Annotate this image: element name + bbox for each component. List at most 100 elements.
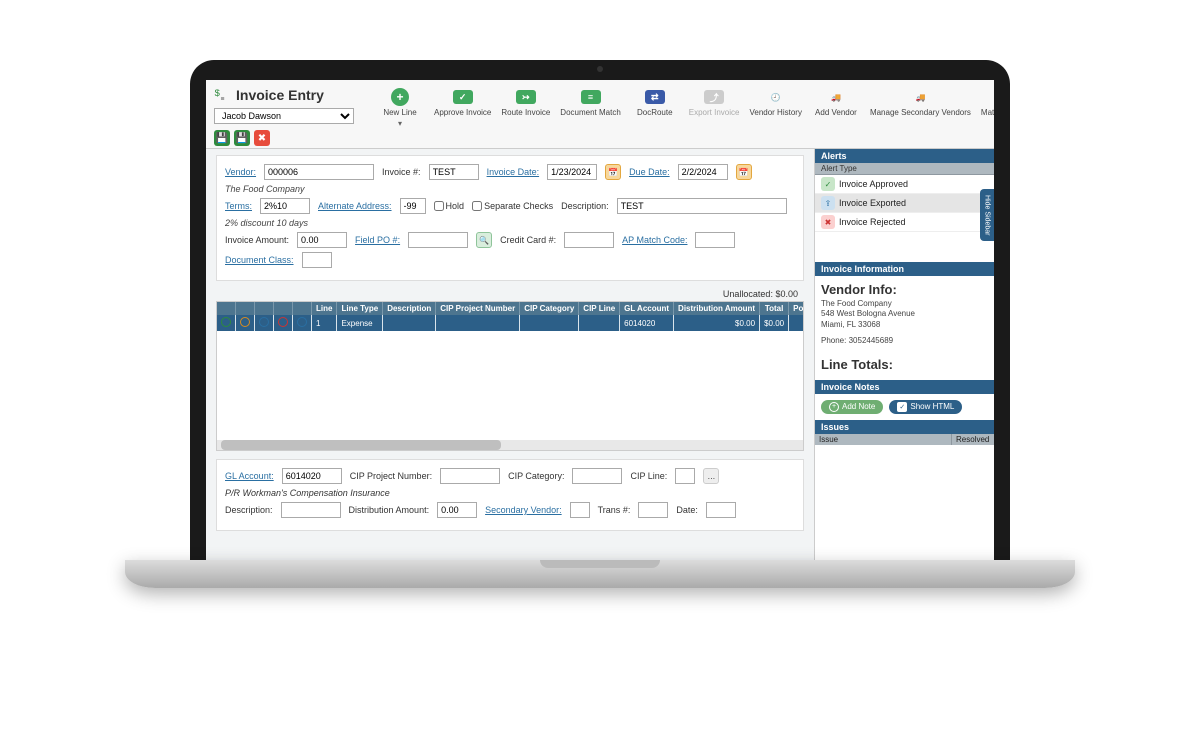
grid-column-header[interactable] xyxy=(293,302,312,315)
document-icon: ≡ xyxy=(581,90,601,104)
cip-project-input[interactable] xyxy=(440,468,500,484)
document-class-input[interactable] xyxy=(302,252,332,268)
grid-column-header[interactable]: Positive Gross xyxy=(789,302,804,315)
line-totals-title: Line Totals: xyxy=(821,357,988,372)
ap-match-code-input[interactable] xyxy=(695,232,735,248)
credit-card-label: Credit Card #: xyxy=(500,235,556,245)
hold-checkbox[interactable]: Hold xyxy=(434,201,465,211)
grid-column-header[interactable]: Total xyxy=(760,302,789,315)
horizontal-scrollbar[interactable] xyxy=(217,440,803,450)
match-receipts-button[interactable]: 🧾 Match Receipts xyxy=(977,86,994,130)
grid-column-header[interactable]: Line xyxy=(312,302,337,315)
new-line-button[interactable]: + New Line ▾ xyxy=(372,86,428,130)
unallocated-value: $0.00 xyxy=(775,289,798,299)
show-html-button[interactable]: ✓ Show HTML xyxy=(889,400,962,414)
vendor-input[interactable] xyxy=(264,164,374,180)
approve-invoice-button[interactable]: ✓ Approve Invoice xyxy=(430,86,495,130)
page-title: Invoice Entry xyxy=(236,87,324,103)
lookup-icon[interactable]: 🔍 xyxy=(476,232,492,248)
grid-column-header[interactable]: CIP Line xyxy=(579,302,620,315)
history-icon: 🕘 xyxy=(765,88,787,106)
docroute-button[interactable]: ⇄ DocRoute xyxy=(627,86,683,130)
cip-line-lookup-icon[interactable]: … xyxy=(703,468,719,484)
alert-row[interactable]: ✓ Invoice Approved xyxy=(815,175,994,194)
save-all-icon[interactable]: 💾 xyxy=(234,130,250,146)
invoice-info-header: Invoice Information xyxy=(815,262,994,276)
info-row-icon[interactable] xyxy=(297,317,307,327)
manage-secondary-vendors-button[interactable]: 🚚 Manage Secondary Vendors xyxy=(866,86,975,130)
truck-icon: 🚚 xyxy=(825,88,847,106)
alerts-header: Alerts xyxy=(815,149,994,163)
check-icon: ✓ xyxy=(453,90,473,104)
detail-date-input[interactable] xyxy=(706,502,736,518)
cip-category-input[interactable] xyxy=(572,468,622,484)
cip-line-input[interactable] xyxy=(675,468,695,484)
save-icon[interactable]: 💾 xyxy=(214,130,230,146)
alert-type-column: Alert Type xyxy=(815,163,994,175)
grid-column-header[interactable] xyxy=(274,302,293,315)
vendor-history-button[interactable]: 🕘 Vendor History xyxy=(745,86,805,130)
route-invoice-button[interactable]: ↣ Route Invoice xyxy=(497,86,554,130)
grid-column-header[interactable]: Line Type xyxy=(337,302,383,315)
dist-amount-input[interactable] xyxy=(437,502,477,518)
credit-card-input[interactable] xyxy=(564,232,614,248)
vendor-name-text: The Food Company xyxy=(225,184,305,194)
terms-description: 2% discount 10 days xyxy=(225,218,308,228)
export-invoice-button: ⤴ Export Invoice xyxy=(685,86,744,130)
add-note-button[interactable]: + Add Note xyxy=(821,400,883,414)
edit-row-icon[interactable] xyxy=(240,317,250,327)
document-match-button[interactable]: ≡ Document Match xyxy=(556,86,624,130)
terms-input[interactable] xyxy=(260,198,310,214)
delete-icon[interactable]: ✖ xyxy=(254,130,270,146)
hide-sidebar-tab[interactable]: Hide Sidebar xyxy=(980,189,994,241)
gl-account-input[interactable] xyxy=(282,468,342,484)
invoice-amount-input[interactable] xyxy=(297,232,347,248)
alt-address-label[interactable]: Alternate Address: xyxy=(318,201,392,211)
remove-row-icon[interactable] xyxy=(278,317,288,327)
vendor-label[interactable]: Vendor: xyxy=(225,167,256,177)
detail-description-input[interactable] xyxy=(281,502,341,518)
due-date-input[interactable] xyxy=(678,164,728,180)
add-vendor-button[interactable]: 🚚 Add Vendor xyxy=(808,86,864,130)
grid-column-header[interactable] xyxy=(236,302,255,315)
terms-label[interactable]: Terms: xyxy=(225,201,252,211)
field-po-label[interactable]: Field PO #: xyxy=(355,235,400,245)
grid-column-header[interactable] xyxy=(255,302,274,315)
calendar-icon[interactable]: 📅 xyxy=(736,164,752,180)
add-row-icon[interactable] xyxy=(221,317,231,327)
invoice-number-input[interactable] xyxy=(429,164,479,180)
secondary-vendor-label[interactable]: Secondary Vendor: xyxy=(485,505,562,515)
trans-number-input[interactable] xyxy=(638,502,668,518)
grid-column-header[interactable]: Distribution Amount xyxy=(674,302,760,315)
invoice-date-label[interactable]: Invoice Date: xyxy=(487,167,540,177)
vendor-info-name: The Food Company xyxy=(821,299,988,309)
description-input[interactable] xyxy=(617,198,787,214)
due-date-label[interactable]: Due Date: xyxy=(629,167,670,177)
table-row[interactable]: 1 Expense 6014020 $0.00 $0.00 $0.00 $0.0… xyxy=(217,315,804,331)
secondary-vendor-input[interactable] xyxy=(570,502,590,518)
calendar-icon[interactable]: 📅 xyxy=(605,164,621,180)
trans-number-label: Trans #: xyxy=(598,505,631,515)
field-po-input[interactable] xyxy=(408,232,468,248)
copy-row-icon[interactable] xyxy=(259,317,269,327)
alert-row[interactable]: ✖ Invoice Rejected xyxy=(815,213,994,232)
grid-column-header[interactable]: CIP Project Number xyxy=(436,302,520,315)
vendor-phone-label: Phone: xyxy=(821,336,846,345)
grid-column-header[interactable]: Description xyxy=(383,302,436,315)
grid-column-header[interactable] xyxy=(217,302,236,315)
alert-row[interactable]: ⇪ Invoice Exported xyxy=(815,194,994,213)
ap-match-code-label[interactable]: AP Match Code: xyxy=(622,235,687,245)
gl-account-label[interactable]: GL Account: xyxy=(225,471,274,481)
ribbon-toolbar: $≡ Invoice Entry Jacob Dawson 💾 💾 ✖ + Ne… xyxy=(206,80,994,149)
alt-address-input[interactable] xyxy=(400,198,426,214)
invoice-date-input[interactable] xyxy=(547,164,597,180)
user-select[interactable]: Jacob Dawson xyxy=(214,108,354,124)
grid-column-header[interactable]: CIP Category xyxy=(520,302,579,315)
gl-account-desc: P/R Workman's Compensation Insurance xyxy=(225,488,390,498)
grid-column-header[interactable]: GL Account xyxy=(620,302,674,315)
lines-grid[interactable]: LineLine TypeDescriptionCIP Project Numb… xyxy=(216,301,804,451)
invoice-notes-header: Invoice Notes xyxy=(815,380,994,394)
document-class-label[interactable]: Document Class: xyxy=(225,255,294,265)
trucks-icon: 🚚 xyxy=(909,88,931,106)
separate-checks-checkbox[interactable]: Separate Checks xyxy=(472,201,553,211)
